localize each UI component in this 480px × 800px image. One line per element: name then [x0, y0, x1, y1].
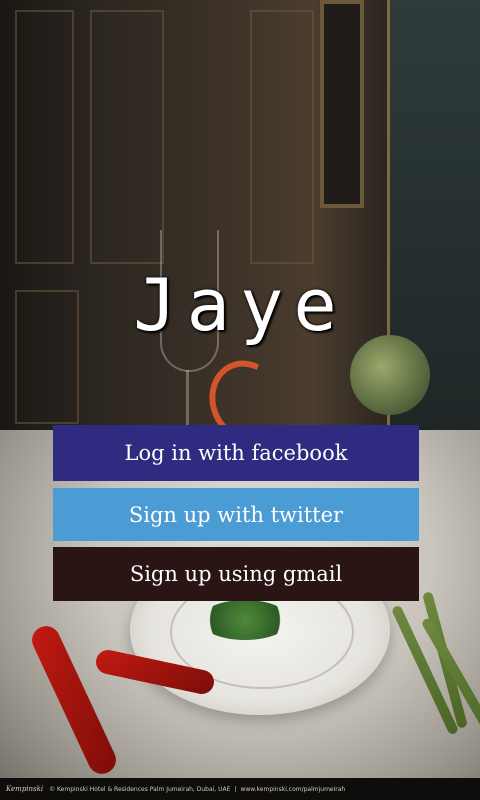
twitter-signup-button[interactable]: Sign up with twitter: [53, 488, 419, 541]
footer-website: www.kempinski.com/palmjumeirah: [240, 785, 346, 793]
footer-separator: |: [234, 785, 237, 793]
footer-address: © Kempinski Hotel & Residences Palm Jume…: [49, 785, 231, 793]
salad-icon: [200, 600, 290, 640]
artichoke-icon: [350, 335, 430, 415]
glass-stem: [186, 370, 189, 430]
photo-credit-footer: Kempinski © Kempinski Hotel & Residences…: [0, 778, 480, 800]
wall-panel: [90, 10, 164, 264]
app-title: Jaye: [133, 263, 347, 347]
gmail-signup-button[interactable]: Sign up using gmail: [53, 547, 419, 601]
kempinski-logo: Kempinski: [6, 785, 44, 793]
wall-frame: [320, 0, 364, 208]
wall-panel: [250, 10, 314, 264]
login-screen: Jaye Log in with facebook Sign up with t…: [0, 0, 480, 800]
facebook-login-button[interactable]: Log in with facebook: [53, 425, 419, 481]
wall-panel: [15, 10, 74, 264]
